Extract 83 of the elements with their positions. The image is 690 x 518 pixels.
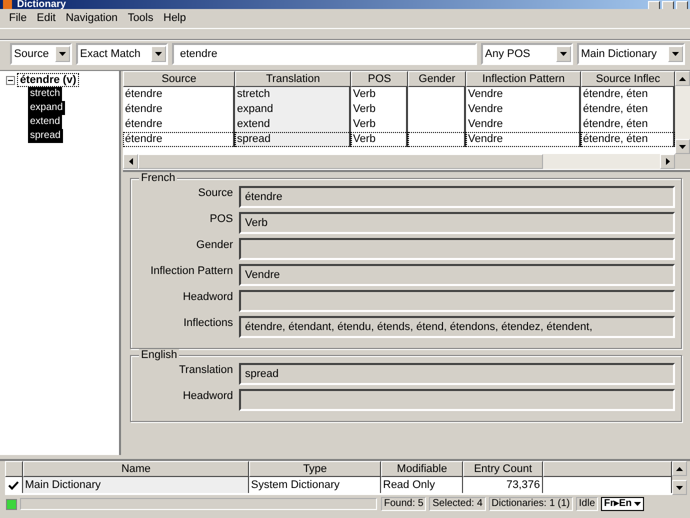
window-title: Dictionary (17, 0, 67, 9)
field-label: POS (208, 212, 233, 226)
app-icon (3, 0, 12, 9)
read-only-field[interactable] (239, 238, 675, 260)
table-cell[interactable]: spread (235, 132, 351, 147)
maximize-button[interactable] (662, 1, 674, 9)
status-text: Selected: 4 (429, 497, 486, 511)
pos-dropdown[interactable]: Any POS (481, 43, 573, 65)
up-arrow-icon (676, 466, 683, 470)
table-cell[interactable]: 73,376 (463, 477, 543, 493)
tree-item[interactable]: expand (28, 101, 65, 115)
read-only-field[interactable]: Vendre (239, 264, 675, 286)
column-header[interactable]: Type (249, 461, 381, 477)
table-cell[interactable]: Read Only (381, 477, 463, 493)
menu-item[interactable]: Edit (32, 10, 61, 27)
field-label: Source (197, 186, 233, 200)
column-header[interactable]: Source Inflec (581, 71, 675, 87)
table-cell[interactable]: stretch (235, 87, 351, 102)
down-arrow-icon (676, 486, 683, 490)
field-label: Translation (178, 363, 233, 377)
status-text: Found: 5 (381, 497, 426, 511)
column-header[interactable]: Translation (235, 71, 351, 87)
table-cell[interactable] (408, 132, 466, 147)
minimize-button[interactable] (648, 1, 660, 9)
column-header[interactable]: POS (351, 71, 408, 87)
table-cell[interactable]: expand (235, 102, 351, 117)
field-label: Headword (182, 290, 233, 304)
collapse-icon[interactable] (6, 76, 15, 84)
menu-item[interactable]: Navigation (60, 10, 123, 27)
column-header[interactable]: Gender (408, 71, 466, 87)
vertical-scrollbar[interactable] (675, 71, 690, 154)
field-label: Gender (195, 238, 233, 252)
field-label: Headword (182, 389, 233, 403)
status-text: Idle (576, 497, 598, 511)
dropdown-arrow-icon (59, 52, 66, 56)
group-title: French (139, 172, 178, 184)
dropdown-arrow-icon (560, 52, 567, 56)
table-cell[interactable]: Vendre (466, 102, 581, 117)
status-text: Dictionaries: 1 (1) (488, 497, 573, 511)
field-label: Inflections (182, 316, 233, 330)
dropdown-arrow-icon (672, 52, 679, 56)
tree-item[interactable]: spread (28, 129, 63, 143)
menu-item[interactable]: Help (158, 10, 191, 27)
status-light-icon (6, 498, 17, 510)
field-label: Inflection Pattern (149, 264, 233, 278)
horizontal-scrollbar[interactable] (123, 154, 675, 169)
read-only-field[interactable]: étendre, étendant, étendu, étends, étend, étendons, étendez, étendent, (239, 316, 675, 338)
field-dropdown[interactable]: Source (10, 43, 72, 65)
column-header[interactable]: Modifiable (381, 461, 463, 477)
read-only-field[interactable]: Verb (239, 212, 675, 234)
column-header[interactable]: Name (23, 461, 249, 477)
table-cell[interactable]: Vendre (466, 117, 581, 132)
read-only-field[interactable] (239, 389, 675, 411)
read-only-field[interactable]: spread (239, 363, 675, 385)
right-arrow-icon (666, 158, 670, 165)
group-title: English (139, 349, 180, 361)
dropdown-arrow-icon (634, 502, 641, 506)
language-dropdown[interactable]: Fr▸En (601, 497, 644, 511)
down-arrow-icon (679, 144, 686, 148)
table-cell[interactable]: Verb (351, 132, 408, 147)
match-dropdown[interactable]: Exact Match (76, 43, 168, 65)
table-cell[interactable]: Vendre (466, 132, 581, 147)
close-button[interactable] (676, 1, 688, 9)
column-header[interactable]: Inflection Pattern (466, 71, 581, 87)
table-cell[interactable]: System Dictionary (249, 477, 381, 493)
vertical-scrollbar[interactable] (672, 461, 687, 495)
table-cell[interactable]: Main Dictionary (23, 477, 249, 493)
dropdown-arrow-icon (155, 52, 162, 56)
read-only-field[interactable] (239, 290, 675, 312)
table-cell[interactable]: Vendre (466, 87, 581, 102)
tree-item[interactable]: extend (28, 115, 62, 129)
tree-item[interactable]: stretch (28, 87, 62, 101)
up-arrow-icon (679, 76, 686, 80)
column-header[interactable]: Source (123, 71, 235, 87)
dictionary-dropdown[interactable]: Main Dictionary (577, 43, 685, 65)
search-field[interactable]: etendre (172, 43, 477, 65)
column-header[interactable]: Entry Count (463, 461, 543, 477)
table-cell[interactable]: extend (235, 117, 351, 132)
read-only-field[interactable]: étendre (239, 186, 675, 208)
menu-item[interactable]: File (4, 10, 32, 27)
menu-item[interactable]: Tools (122, 10, 158, 27)
checkmark-icon[interactable] (8, 480, 19, 490)
left-arrow-icon (128, 158, 132, 165)
